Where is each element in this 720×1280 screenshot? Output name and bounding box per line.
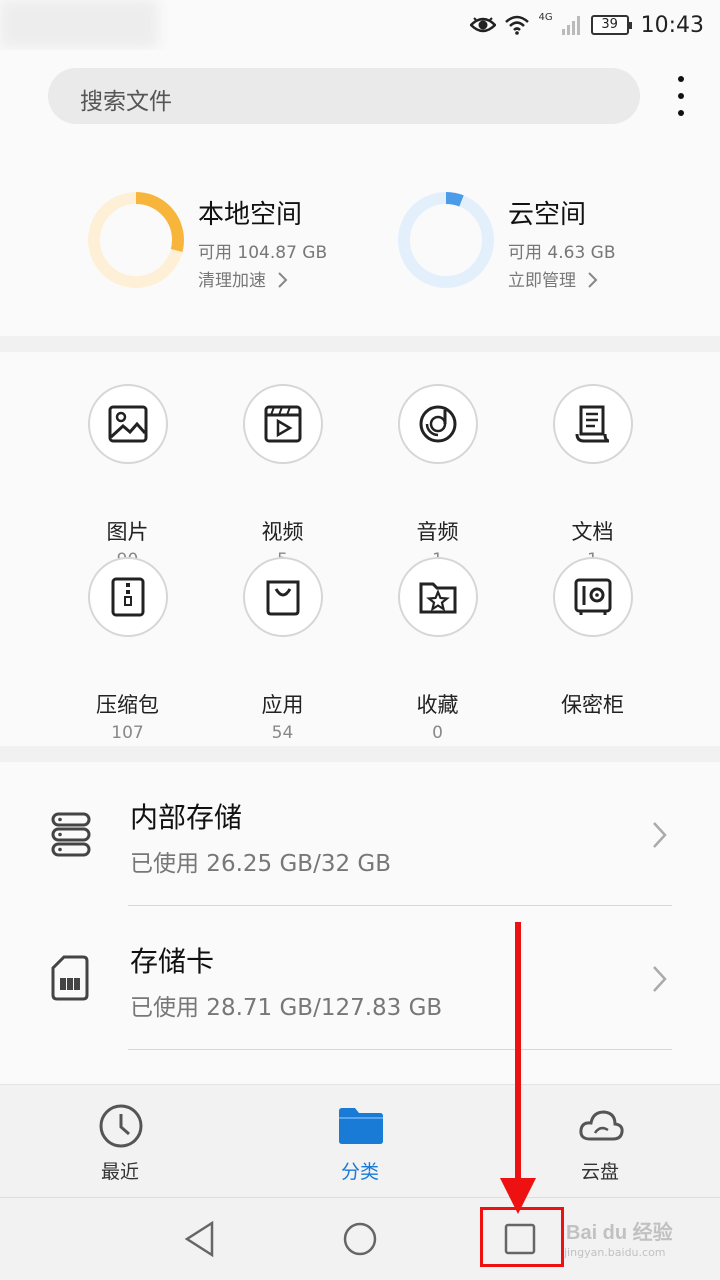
- category-archives[interactable]: 压缩包 107: [50, 557, 205, 743]
- status-icons: 4G 39 10:43: [470, 10, 704, 40]
- local-space-title: 本地空间: [198, 200, 303, 230]
- more-dot-icon: [678, 93, 684, 99]
- app-bag-icon-circle: [243, 557, 323, 637]
- wifi-icon: [505, 15, 530, 35]
- folder-icon: [339, 1108, 383, 1144]
- category-count: 0: [432, 723, 443, 743]
- archive-icon: [111, 577, 145, 617]
- internal-storage-title: 内部存储: [130, 801, 243, 834]
- picture-icon-circle: [88, 384, 168, 464]
- category-documents[interactable]: 文档 1: [515, 384, 670, 570]
- clock-time: 10:43: [640, 12, 704, 38]
- cloud-space-card[interactable]: 云空间 可用 4.63 GB 立即管理: [396, 190, 696, 291]
- cloud-icon: [579, 1110, 624, 1141]
- watermark-brand: Bai du 经验: [566, 1222, 673, 1244]
- video-icon-circle: [243, 384, 323, 464]
- bottom-tab-bar: 最近 分类 云盘: [0, 1084, 720, 1196]
- category-count: 107: [111, 723, 144, 743]
- watermark-url: jingyan.baidu.com: [564, 1246, 666, 1259]
- category-count: 54: [271, 723, 294, 743]
- tab-label: 分类: [340, 1161, 379, 1183]
- status-bar: 4G 39 10:43: [0, 0, 720, 50]
- chevron-right-icon: [588, 272, 598, 288]
- manage-now-label: 立即管理: [508, 271, 576, 291]
- category-label: 保密柜: [561, 693, 624, 717]
- audio-icon: [419, 405, 457, 443]
- category-favorites[interactable]: 收藏 0: [360, 557, 515, 743]
- audio-icon-circle: [398, 384, 478, 464]
- video-icon: [264, 405, 302, 443]
- baidu-jingyan-watermark: Bai du 经验 jingyan.baidu.com: [560, 1200, 710, 1270]
- category-label: 应用: [261, 693, 304, 717]
- annotation-highlight-box: [480, 1207, 564, 1267]
- document-icon-circle: [553, 384, 633, 464]
- internal-storage-icon: [51, 812, 91, 857]
- more-options-button[interactable]: [664, 70, 698, 122]
- category-pictures[interactable]: 图片 90: [50, 384, 205, 570]
- network-type: 4G: [538, 11, 553, 23]
- archive-icon-circle: [88, 557, 168, 637]
- clock-icon: [99, 1104, 143, 1148]
- chevron-right-icon: [653, 966, 667, 992]
- home-icon[interactable]: [342, 1220, 378, 1258]
- document-icon: [575, 405, 610, 443]
- more-dot-icon: [678, 76, 684, 82]
- clean-accelerate-link[interactable]: 清理加速: [198, 266, 289, 291]
- safe-icon-circle: [553, 557, 633, 637]
- tab-label: 云盘: [580, 1161, 619, 1183]
- eye-comfort-icon: [470, 17, 497, 33]
- cloud-space-free: 可用 4.63 GB: [508, 243, 616, 263]
- chevron-right-icon: [653, 822, 667, 848]
- category-label: 压缩包: [96, 693, 159, 717]
- tab-categories[interactable]: 分类: [300, 1099, 420, 1189]
- category-audio[interactable]: 音频 1: [360, 384, 515, 570]
- clean-accelerate-label: 清理加速: [198, 271, 266, 291]
- category-label: 音频: [416, 520, 459, 544]
- category-safe[interactable]: 保密柜: [515, 557, 670, 717]
- search-placeholder: 搜索文件: [80, 89, 172, 115]
- local-space-ring: [88, 192, 184, 288]
- safe-icon: [574, 578, 612, 615]
- storage-location-list: 内部存储 已使用 26.25 GB/32 GB 存储卡 已使用 28.71 GB…: [0, 762, 720, 1084]
- blurred-notification-area: [0, 0, 158, 48]
- category-label: 视频: [261, 520, 304, 544]
- search-input[interactable]: 搜索文件: [48, 68, 640, 124]
- tab-cloud-drive[interactable]: 云盘: [540, 1099, 660, 1189]
- category-grid: 图片 90 视频 5 音频 1: [0, 352, 720, 746]
- category-apps[interactable]: 应用 54: [205, 557, 360, 743]
- signal-icon: [561, 16, 580, 35]
- manage-now-link[interactable]: 立即管理: [508, 266, 599, 291]
- app-bag-icon: [266, 580, 300, 616]
- cloud-space-title: 云空间: [508, 200, 587, 230]
- local-space-free: 可用 104.87 GB: [198, 243, 328, 263]
- tab-label: 最近: [100, 1161, 139, 1183]
- divider: [128, 1049, 672, 1050]
- tab-recent[interactable]: 最近: [60, 1099, 180, 1189]
- sd-card-title: 存储卡: [130, 945, 215, 978]
- internal-storage-usage: 已使用 26.25 GB/32 GB: [130, 851, 391, 877]
- category-label: 图片: [106, 520, 149, 544]
- more-dot-icon: [678, 110, 684, 116]
- category-label: 收藏: [416, 693, 459, 717]
- header-area: 搜索文件 本地空间 可用 104.87 GB 清理加速 云空间 可用 4.63 …: [0, 50, 720, 336]
- sd-card-icon: [51, 955, 89, 1001]
- picture-icon: [108, 405, 148, 443]
- favorite-folder-icon-circle: [398, 557, 478, 637]
- back-icon[interactable]: [182, 1220, 218, 1258]
- chevron-right-icon: [278, 272, 288, 288]
- favorite-folder-icon: [419, 582, 457, 614]
- category-label: 文档: [571, 520, 614, 544]
- sd-card-row[interactable]: 存储卡 已使用 28.71 GB/127.83 GB: [0, 906, 720, 1050]
- annotation-arrow-shaft: [515, 922, 521, 1184]
- battery-icon: 39: [590, 15, 632, 35]
- sd-card-usage: 已使用 28.71 GB/127.83 GB: [130, 995, 443, 1021]
- category-videos[interactable]: 视频 5: [205, 384, 360, 570]
- cloud-space-ring: [398, 192, 494, 288]
- local-space-card[interactable]: 本地空间 可用 104.87 GB 清理加速: [86, 190, 386, 291]
- internal-storage-row[interactable]: 内部存储 已使用 26.25 GB/32 GB: [0, 762, 720, 906]
